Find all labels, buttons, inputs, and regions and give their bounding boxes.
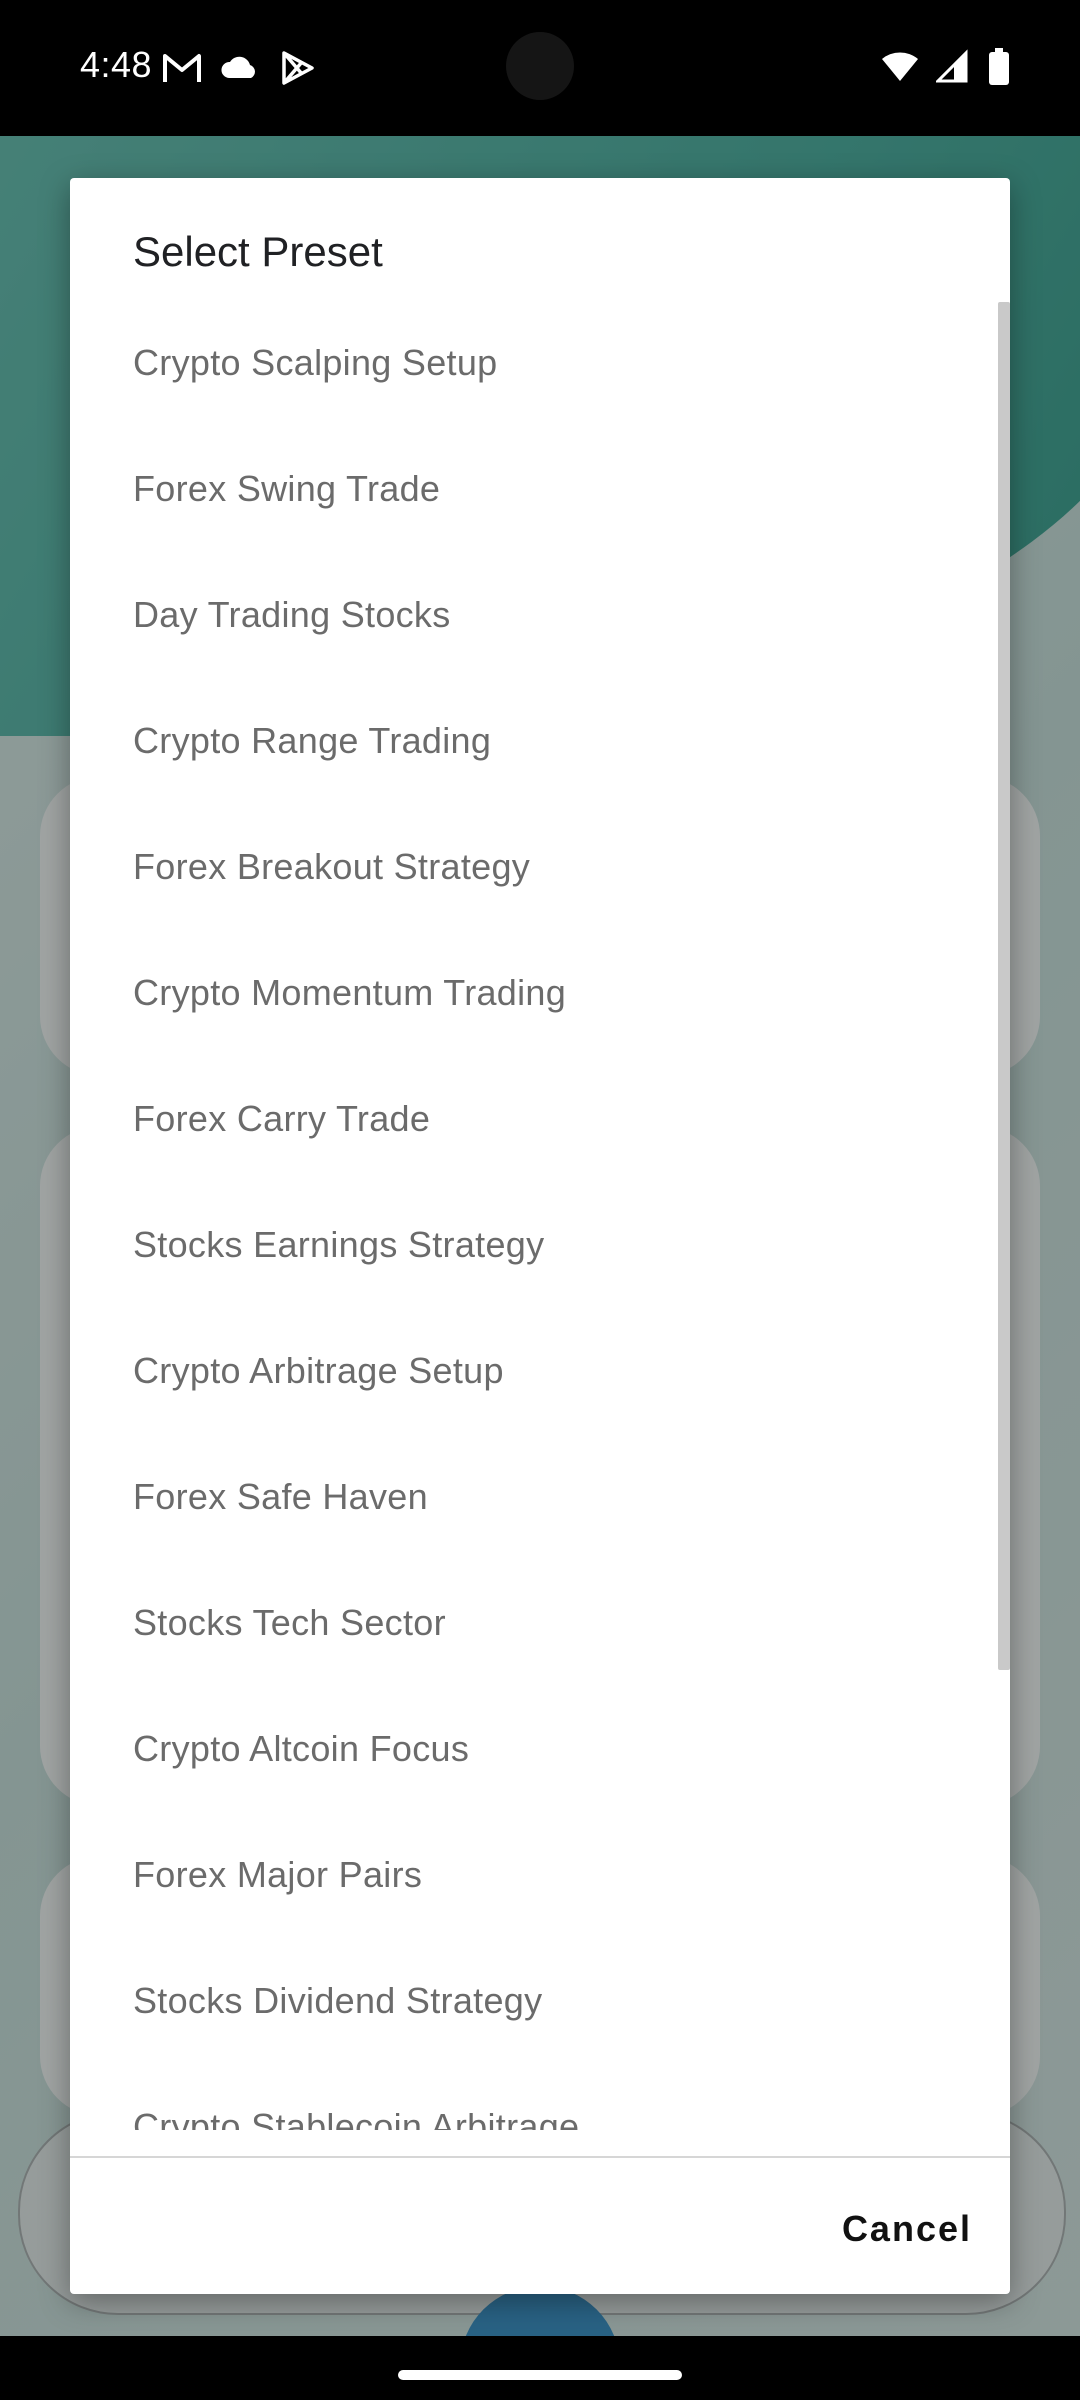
dialog-divider	[70, 2156, 1010, 2158]
scrollbar-thumb[interactable]	[998, 302, 1010, 1670]
preset-item[interactable]: Crypto Stablecoin Arbitrage	[70, 2064, 1010, 2130]
cancel-button[interactable]: Cancel	[842, 2208, 972, 2250]
play-store-icon	[278, 50, 318, 91]
preset-item[interactable]: Crypto Arbitrage Setup	[70, 1308, 1010, 1434]
preset-item[interactable]: Forex Major Pairs	[70, 1812, 1010, 1938]
battery-icon	[988, 48, 1010, 91]
preset-item[interactable]: Stocks Earnings Strategy	[70, 1182, 1010, 1308]
preset-list[interactable]: Crypto Scalping Setup Forex Swing Trade …	[70, 300, 1010, 2130]
cloud-icon	[220, 50, 260, 91]
preset-item[interactable]: Forex Safe Haven	[70, 1434, 1010, 1560]
preset-item[interactable]: Forex Carry Trade	[70, 1056, 1010, 1182]
status-time: 4:48	[80, 44, 153, 85]
home-gesture-handle[interactable]	[398, 2370, 682, 2380]
preset-item[interactable]: Crypto Altcoin Focus	[70, 1686, 1010, 1812]
camera-cutout	[506, 32, 574, 100]
preset-item[interactable]: Forex Swing Trade	[70, 426, 1010, 552]
preset-item[interactable]: Stocks Dividend Strategy	[70, 1938, 1010, 2064]
preset-item[interactable]: Day Trading Stocks	[70, 552, 1010, 678]
wifi-icon	[880, 49, 920, 90]
status-bar: 4:48	[0, 0, 1080, 136]
select-preset-dialog: Select Preset Crypto Scalping Setup Fore…	[70, 178, 1010, 2294]
preset-item[interactable]: Crypto Scalping Setup	[70, 300, 1010, 426]
dialog-title: Select Preset	[133, 228, 383, 275]
notification-icons	[162, 50, 318, 91]
system-icons	[880, 48, 1010, 91]
preset-item[interactable]: Crypto Momentum Trading	[70, 930, 1010, 1056]
signal-icon	[934, 49, 972, 90]
preset-item[interactable]: Forex Breakout Strategy	[70, 804, 1010, 930]
navigation-bar	[0, 2336, 1080, 2400]
gmail-icon	[162, 50, 202, 91]
preset-item[interactable]: Stocks Tech Sector	[70, 1560, 1010, 1686]
preset-item[interactable]: Crypto Range Trading	[70, 678, 1010, 804]
